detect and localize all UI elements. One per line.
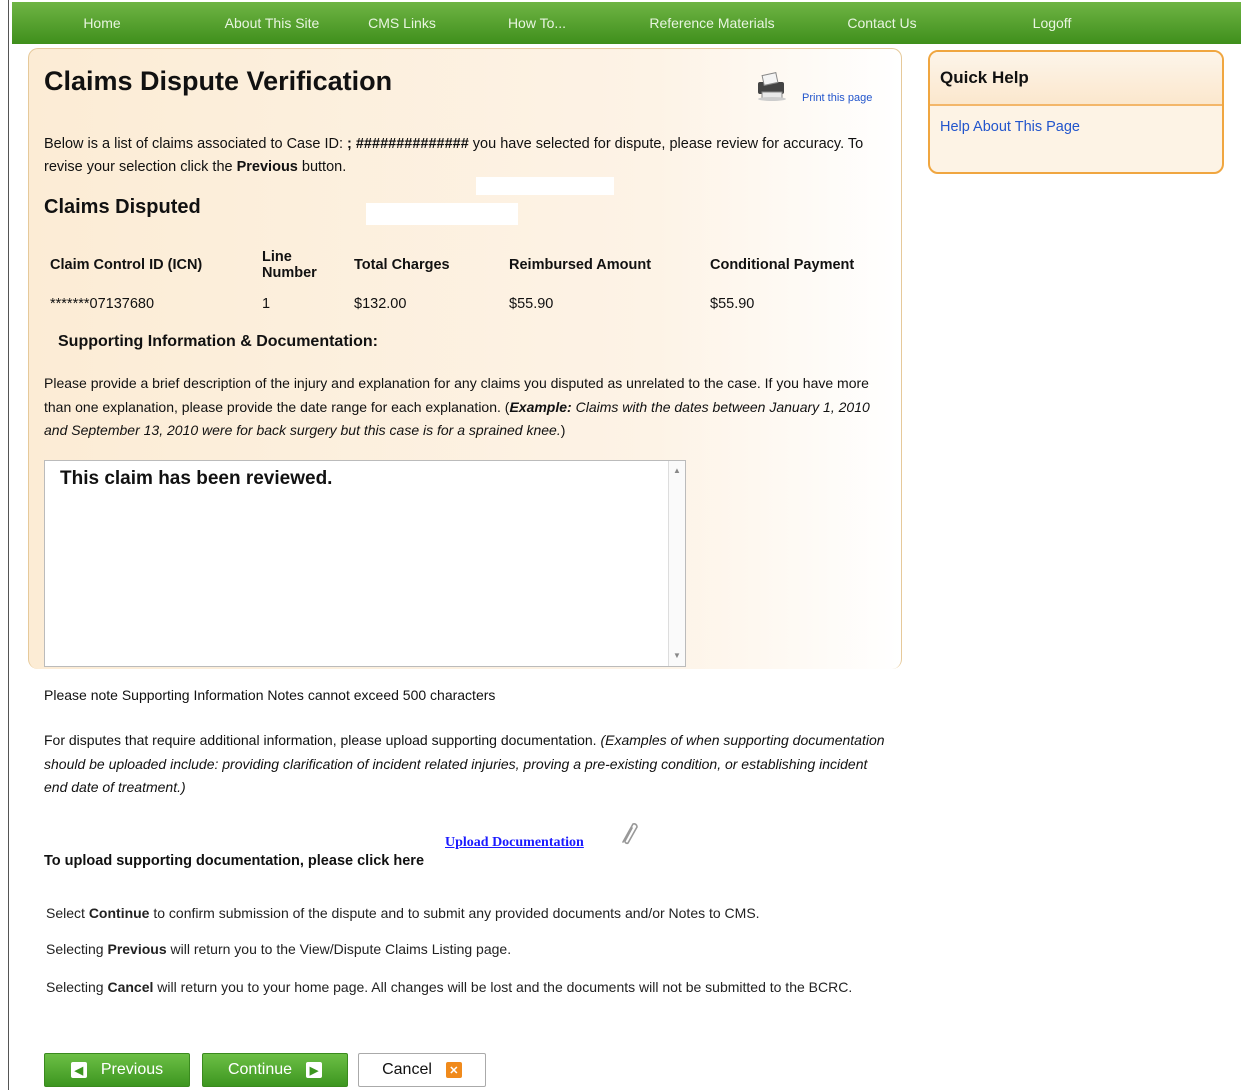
intro-end: button. [297, 159, 347, 175]
instr-after: will return you to your home page. All c… [153, 979, 853, 995]
instr-bold: Previous [107, 941, 167, 957]
instr-before: Selecting [46, 941, 108, 957]
col-total-charges: Total Charges [354, 257, 450, 273]
redaction-box [476, 177, 614, 195]
intro-previous-bold: Previous [236, 159, 298, 175]
cell-conditional-payment: $55.90 [710, 296, 755, 312]
case-id: ; ############## [347, 136, 469, 152]
previous-button[interactable]: ◀ Previous [44, 1053, 190, 1087]
table-row: *******07137680 1 $132.00 $55.90 $55.90 [44, 285, 886, 323]
instr-after: will return you to the View/Dispute Clai… [166, 941, 512, 957]
quick-help-panel: Quick Help Help About This Page [928, 50, 1224, 174]
cell-reimbursed-amount: $55.90 [509, 296, 554, 312]
claims-disputed-heading: Claims Disputed [44, 196, 201, 218]
intro-before: Below is a list of claims associated to … [44, 136, 348, 152]
nav-how-to[interactable]: How To... [452, 2, 622, 44]
nav-reference-materials[interactable]: Reference Materials [622, 2, 802, 44]
help-about-page-link[interactable]: Help About This Page [940, 119, 1080, 135]
supporting-notes-textarea[interactable]: This claim has been reviewed. ▲ ▼ [44, 460, 686, 667]
supporting-p1-end: ) [560, 422, 566, 438]
character-limit-note: Please note Supporting Information Notes… [44, 687, 496, 703]
instruction-previous: Selecting Previous will return you to th… [46, 941, 511, 957]
cell-line-number: 1 [262, 296, 271, 312]
textarea-scrollbar[interactable]: ▲ ▼ [668, 461, 685, 666]
cancel-label: Cancel [382, 1061, 432, 1078]
paperclip-icon [622, 823, 638, 845]
intro-text: Below is a list of claims associated to … [44, 133, 874, 179]
chevron-left-icon: ◀ [70, 1062, 87, 1078]
print-page-link[interactable]: Print this page [802, 92, 872, 104]
cell-total-charges: $132.00 [354, 296, 407, 312]
scroll-down-icon[interactable]: ▼ [669, 648, 685, 664]
page-title: Claims Dispute Verification [44, 66, 393, 96]
quick-help-title: Quick Help [940, 68, 1029, 87]
instr-before: Select [46, 905, 89, 921]
upload-documentation-link[interactable]: Upload Documentation [445, 835, 584, 851]
textarea-value: This claim has been reviewed. [60, 468, 333, 489]
nav-cms-links[interactable]: CMS Links [352, 2, 452, 44]
upload-instruction-label: To upload supporting documentation, plea… [44, 853, 425, 869]
instr-bold: Cancel [107, 979, 154, 995]
scroll-up-icon[interactable]: ▲ [669, 463, 685, 479]
close-icon: ✕ [445, 1062, 462, 1078]
nav-about[interactable]: About This Site [192, 2, 352, 44]
supporting-description: Please provide a brief description of th… [44, 372, 894, 443]
continue-label: Continue [227, 1061, 293, 1078]
previous-label: Previous [100, 1061, 164, 1078]
page-left-border [8, 0, 9, 1090]
col-line-number: Line Number [262, 249, 317, 281]
claims-table: Claim Control ID (ICN) Line Number Total… [44, 245, 886, 323]
col-conditional-payment: Conditional Payment [710, 257, 855, 273]
instr-bold: Continue [88, 905, 150, 921]
instr-after: to confirm submission of the dispute and… [149, 905, 760, 921]
col-claim-control-id: Claim Control ID (ICN) [50, 257, 203, 273]
quick-help-header: Quick Help [930, 52, 1222, 106]
nav-contact-us[interactable]: Contact Us [802, 2, 962, 44]
upload-p2: For disputes that require additional inf… [44, 732, 601, 748]
nav-home[interactable]: Home [12, 2, 192, 44]
cancel-button[interactable]: Cancel ✕ [358, 1053, 486, 1087]
instr-before: Selecting [46, 979, 108, 995]
supporting-info-heading: Supporting Information & Documentation: [58, 333, 378, 350]
instruction-cancel: Selecting Cancel will return you to your… [46, 976, 886, 999]
nav-logoff[interactable]: Logoff [962, 2, 1142, 44]
claims-table-header: Claim Control ID (ICN) Line Number Total… [44, 245, 886, 285]
example-label: Example: [509, 398, 572, 415]
col-reimbursed-amount: Reimbursed Amount [509, 257, 652, 273]
printer-icon[interactable] [754, 72, 790, 102]
top-nav-bar: Home About This Site CMS Links How To...… [12, 2, 1241, 44]
upload-description: For disputes that require additional inf… [44, 729, 894, 800]
redaction-box [366, 203, 518, 225]
continue-button[interactable]: Continue ▶ [202, 1053, 348, 1087]
chevron-right-icon: ▶ [306, 1062, 323, 1078]
instruction-continue: Select Continue to confirm submission of… [46, 905, 760, 921]
cell-claim-id: *******07137680 [50, 296, 155, 312]
